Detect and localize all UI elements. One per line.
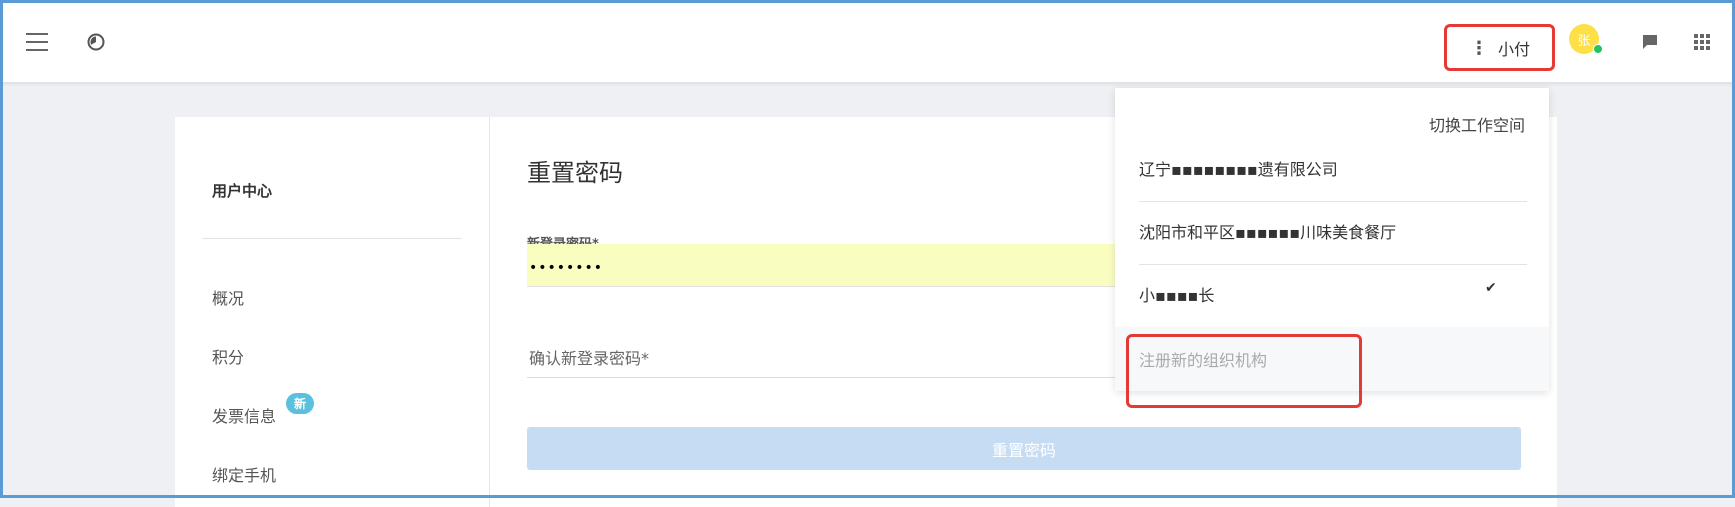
sidebar-item-points[interactable]: 积分 <box>212 344 244 368</box>
apps-grid-icon[interactable] <box>1688 28 1716 56</box>
sidebar-item-invoice[interactable]: 发票信息 <box>212 403 276 427</box>
menu-icon[interactable] <box>22 28 54 56</box>
dropdown-divider <box>1139 201 1527 202</box>
sidebar-divider <box>202 238 462 239</box>
dropdown-divider <box>1139 264 1527 265</box>
workspace-item[interactable]: 沈阳市和平区▪▪▪▪▪▪川味美食餐厅 <box>1139 219 1396 243</box>
sidebar-item-overview[interactable]: 概况 <box>212 285 244 309</box>
online-status-dot <box>1593 44 1603 54</box>
page-title: 重置密码 <box>527 159 623 187</box>
annotation-highlight-user <box>1444 24 1555 71</box>
chat-icon[interactable] <box>1636 28 1664 56</box>
check-icon: ✔ <box>1485 280 1497 296</box>
sidebar-item-bind-phone[interactable]: 绑定手机 <box>212 462 276 486</box>
new-badge: 新 <box>286 393 314 414</box>
clock-icon[interactable] <box>82 28 110 56</box>
sidebar-title: 用户中心 <box>212 182 273 200</box>
reset-password-button[interactable]: 重置密码 <box>527 427 1521 470</box>
dropdown-header: 切换工作空间 <box>1428 116 1525 135</box>
workspace-item-selected[interactable]: 小▪▪▪▪长 <box>1139 282 1214 306</box>
annotation-highlight-register <box>1126 334 1362 408</box>
sidebar: 用户中心 概况 积分 发票信息 新 绑定手机 <box>175 117 490 507</box>
workspace-item[interactable]: 辽宁▪▪▪▪▪▪▪▪遗有限公司 <box>1139 156 1338 180</box>
